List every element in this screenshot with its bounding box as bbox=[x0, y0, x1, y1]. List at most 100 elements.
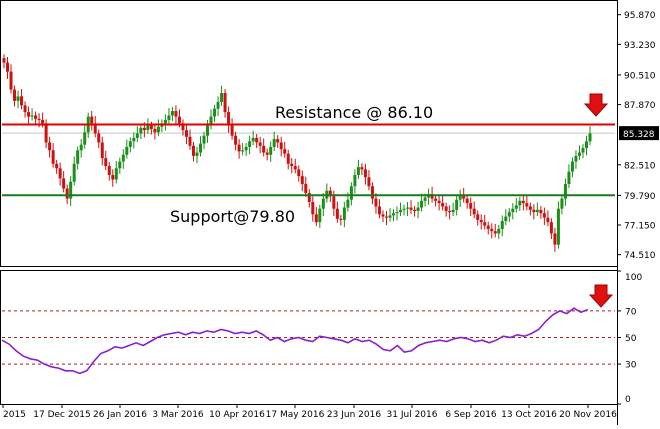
candle-body bbox=[191, 145, 195, 156]
candle-body bbox=[504, 216, 508, 222]
candle-body bbox=[177, 116, 181, 124]
candle-body bbox=[255, 137, 259, 143]
candle-body bbox=[563, 183, 567, 199]
candle-body bbox=[44, 123, 48, 143]
candle-body bbox=[76, 150, 80, 164]
candle-body bbox=[363, 169, 367, 178]
price-plot bbox=[2, 54, 615, 252]
rsi-tick-label: 100 bbox=[625, 273, 642, 283]
axes: 95.870 93.230 90.510 87.870 85.328 82.510 79.7… bbox=[2, 11, 659, 420]
rsi-tick-label: 70 bbox=[625, 307, 637, 317]
candle-body bbox=[388, 215, 392, 218]
candle-body bbox=[202, 135, 206, 144]
candle-body bbox=[41, 119, 45, 124]
candle-body bbox=[297, 169, 301, 177]
candle-body bbox=[374, 198, 378, 207]
x-tick-label: 3 Mar 2016 bbox=[152, 410, 204, 420]
candle-body bbox=[167, 115, 171, 120]
candle-body bbox=[493, 231, 497, 234]
candle-body bbox=[276, 139, 280, 143]
candle-body bbox=[220, 92, 224, 102]
candle-body bbox=[528, 206, 532, 210]
candle-body bbox=[353, 175, 357, 187]
candle-body bbox=[391, 213, 395, 216]
candle-body bbox=[272, 139, 276, 147]
candle-body bbox=[448, 210, 452, 213]
candle-body bbox=[170, 110, 174, 116]
candle-body bbox=[100, 142, 104, 159]
candle-body bbox=[104, 158, 108, 167]
candle-body bbox=[128, 141, 132, 147]
x-tick-label: 26 Jan 2016 bbox=[93, 410, 147, 420]
price-tick-label: 85.328 bbox=[623, 130, 655, 140]
candle-body bbox=[283, 149, 287, 154]
candle-body bbox=[402, 208, 406, 210]
resistance-label: Resistance @ 86.10 bbox=[275, 103, 433, 122]
candle-body bbox=[318, 208, 322, 223]
candle-body bbox=[420, 200, 424, 208]
candle-body bbox=[581, 148, 585, 153]
rsi-tick-label: 0 bbox=[625, 395, 631, 405]
candle-body bbox=[237, 144, 241, 152]
price-tick-label: 93.230 bbox=[624, 41, 656, 51]
candle-body bbox=[206, 125, 210, 136]
candle-body bbox=[497, 228, 501, 234]
candle-body bbox=[265, 152, 269, 155]
candle-body bbox=[465, 198, 469, 204]
candle-body bbox=[48, 142, 52, 151]
candle-body bbox=[248, 141, 252, 147]
candle-body bbox=[163, 119, 167, 124]
support-label: Support@79.80 bbox=[170, 207, 295, 226]
candle-body bbox=[560, 198, 564, 209]
candle-body bbox=[2, 58, 6, 63]
candle-body bbox=[588, 133, 592, 142]
candle-body bbox=[356, 167, 360, 176]
candle-body bbox=[135, 133, 139, 138]
price-tick-label: 95.870 bbox=[624, 11, 656, 21]
candle-body bbox=[195, 152, 199, 156]
candle-body bbox=[114, 168, 118, 180]
candle-body bbox=[349, 186, 353, 200]
x-tick-label: 13 Oct 2016 bbox=[501, 410, 557, 420]
candle-body bbox=[451, 209, 455, 213]
candle-body bbox=[83, 132, 87, 145]
candle-body bbox=[142, 127, 146, 131]
candle-body bbox=[469, 203, 473, 209]
rsi-plot bbox=[1, 307, 615, 375]
candle-body bbox=[542, 213, 546, 218]
candle-body bbox=[251, 137, 255, 142]
candle-body bbox=[567, 171, 571, 184]
candle-body bbox=[514, 205, 518, 209]
candle-body bbox=[406, 207, 410, 209]
candle-body bbox=[549, 222, 553, 234]
candle-body bbox=[486, 225, 490, 229]
candle-body bbox=[409, 207, 413, 210]
candle-body bbox=[51, 150, 55, 164]
candle-body bbox=[146, 125, 150, 131]
candle-body bbox=[262, 145, 266, 153]
candle-body bbox=[335, 208, 339, 219]
candle-body bbox=[121, 154, 125, 162]
candle-body bbox=[153, 128, 157, 133]
candle-body bbox=[311, 201, 315, 215]
candle-body bbox=[118, 161, 122, 169]
candle-body bbox=[55, 163, 59, 169]
candle-body bbox=[90, 116, 94, 124]
candle-body bbox=[500, 221, 504, 229]
down-arrow-icon bbox=[588, 284, 614, 308]
candle-body bbox=[577, 152, 581, 156]
candle-body bbox=[479, 219, 483, 223]
candle-body bbox=[381, 214, 385, 217]
candle-body bbox=[111, 175, 115, 180]
candle-body bbox=[332, 196, 336, 209]
candle-body bbox=[535, 209, 539, 213]
chart-root: 95.870 93.230 90.510 87.870 85.328 82.510 79.7… bbox=[0, 0, 660, 425]
x-tick-label: 2015 bbox=[3, 410, 26, 420]
candle-body bbox=[472, 208, 476, 215]
candle-body bbox=[132, 137, 136, 142]
candle-body bbox=[20, 96, 24, 106]
candle-body bbox=[304, 183, 308, 193]
candle-body bbox=[321, 198, 325, 209]
candle-body bbox=[570, 161, 574, 172]
candle-body bbox=[490, 228, 494, 232]
